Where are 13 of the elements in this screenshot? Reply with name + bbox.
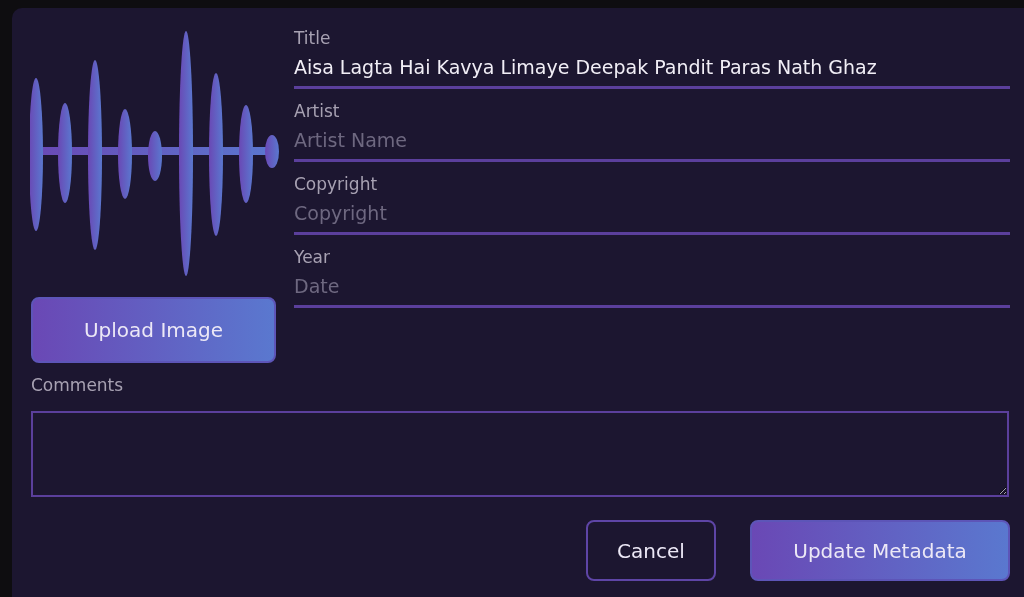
cancel-button[interactable]: Cancel bbox=[586, 520, 716, 581]
comments-field[interactable] bbox=[31, 411, 1009, 497]
text-field[interactable]: Aisa Lagta Hai Kavya Limaye Deepak Pandit Paras Nath Ghaz bbox=[294, 48, 1010, 82]
field-label: Year bbox=[294, 247, 331, 267]
update-button[interactable]: Update Metadata bbox=[750, 520, 1010, 581]
upload-image-button[interactable]: Upload Image bbox=[31, 297, 276, 363]
text-field[interactable]: Artist Name bbox=[294, 121, 1010, 155]
field-label: Title bbox=[294, 28, 332, 48]
text-field[interactable]: Copyright bbox=[294, 194, 1010, 228]
field-label: Artist bbox=[294, 101, 341, 121]
text-field[interactable]: Date bbox=[294, 267, 1010, 301]
field-label: Comments bbox=[31, 375, 125, 395]
field-label: Copyright bbox=[294, 174, 379, 194]
